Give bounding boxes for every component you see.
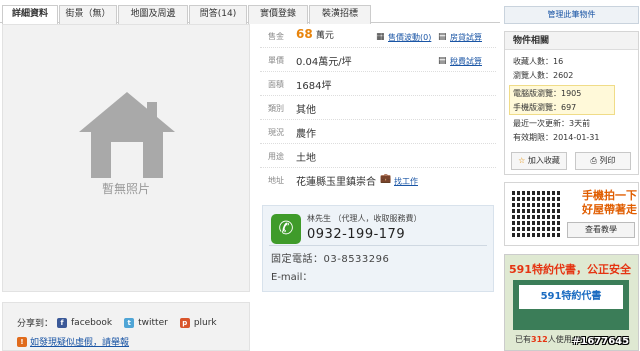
area-label: 面積 — [268, 80, 284, 89]
views-count: 瀏覽人數：2602 — [513, 71, 574, 80]
type-label: 類別 — [268, 104, 284, 113]
share-twitter[interactable]: twitter — [138, 318, 168, 328]
calculator-icon: ▤ — [438, 56, 447, 66]
tab-bar: 詳細資料 街景（無） 地圖及周邊 問答(14) 實價登錄 裝潢招標 — [0, 3, 500, 25]
agent-email: E-mail： — [271, 272, 313, 283]
status-label: 現況 — [268, 128, 284, 137]
printer-icon: ⎙ — [590, 156, 597, 165]
mobile-line1: 手機拍一下 — [582, 189, 637, 202]
tutorial-button[interactable]: 查看教學 — [567, 222, 635, 238]
favorites-count: 收藏人數：16 — [513, 57, 564, 66]
purpose-row: 用途 土地 — [260, 144, 496, 168]
calculator-icon: ▤ — [438, 32, 447, 42]
tab-qa[interactable]: 問答(14) — [189, 5, 247, 24]
stats-panel: 物件相關 收藏人數：16 瀏覽人數：2602 電腦版瀏覽：1905 手機版瀏覽：… — [504, 31, 639, 175]
twitter-icon: t — [124, 317, 135, 328]
star-icon: ☆ — [518, 156, 526, 165]
tab-renovation[interactable]: 裝潢招標 — [309, 5, 371, 24]
mortgage-link[interactable]: 房貸試算 — [450, 32, 482, 43]
photo-placeholder: 暫無照片 — [2, 24, 250, 292]
house-icon — [79, 92, 175, 178]
agent-landline: 固定電話：03-8533296 — [271, 254, 390, 265]
share-plurk[interactable]: plurk — [194, 318, 217, 328]
tab-map[interactable]: 地圖及周邊 — [118, 5, 188, 24]
unit-price-label: 單價 — [268, 56, 284, 65]
tab-real-price[interactable]: 實價登錄 — [248, 5, 308, 24]
print-label: 列印 — [599, 156, 616, 165]
find-job-link[interactable]: 找工作 — [394, 176, 418, 187]
share-label: 分享到： — [17, 319, 54, 329]
phone-icon: ✆ — [271, 214, 301, 244]
add-favorite-label: 加入收藏 — [527, 156, 560, 165]
last-updated: 最近一次更新：3天前 — [513, 119, 591, 128]
briefcase-icon: 💼 — [380, 174, 392, 184]
chart-icon: ▦ — [376, 32, 385, 42]
property-info: 售金 68 萬元 ▦ 售價波動(0) ▤ 房貸試算 單價 0.04萬元/坪 ▤ … — [260, 24, 496, 192]
ad-footer: 已有312人使用， — [515, 334, 580, 345]
ad-foot-num: 312 — [531, 335, 548, 344]
type-value: 其他 — [296, 105, 316, 116]
address-label: 地址 — [268, 176, 284, 185]
purpose-label: 用途 — [268, 152, 284, 161]
plurk-icon: p — [179, 317, 190, 328]
price-value: 68 — [296, 27, 313, 41]
mobile-views: 手機版瀏覽：697 — [513, 103, 577, 112]
address-row: 地址 花蓮縣玉里鎮崇合 💼 找工作 — [260, 168, 496, 192]
add-favorite-button[interactable]: ☆ 加入收藏 — [511, 152, 567, 170]
status-value: 農作 — [296, 129, 316, 140]
purpose-value: 土地 — [296, 153, 316, 164]
price-label: 售金 — [268, 32, 284, 41]
ad-sign: 591特約代書 — [519, 285, 623, 309]
area-value: 1684坪 — [296, 81, 332, 92]
agent-phone: 0932-199-179 — [307, 227, 406, 242]
divider — [269, 245, 487, 246]
no-photo-label: 暫無照片 — [101, 182, 150, 196]
tax-calc-link[interactable]: 稅費試算 — [450, 56, 482, 67]
print-button[interactable]: ⎙ 列印 — [575, 152, 631, 170]
price-history-link[interactable]: 售價波動(0) — [388, 32, 431, 43]
tab-details[interactable]: 詳細資料 — [2, 5, 58, 25]
qr-code — [512, 189, 560, 237]
status-row: 現況 農作 — [260, 120, 496, 144]
area-row: 面積 1684坪 — [260, 72, 496, 96]
watermark: #1677645 — [572, 336, 630, 347]
share-panel: 分享到： f facebook t twitter p plurk ! 如發現疑… — [2, 302, 250, 351]
address-value: 花蓮縣玉里鎮崇合 — [296, 177, 376, 188]
mobile-line2: 好屋帶著走 — [582, 203, 637, 216]
manage-listing-button[interactable]: 管理此筆物件 — [504, 6, 639, 24]
tab-streetview[interactable]: 街景（無） — [59, 5, 117, 24]
price-row: 售金 68 萬元 ▦ 售價波動(0) ▤ 房貸試算 — [260, 24, 496, 48]
mobile-promo: 手機拍一下 好屋帶著走 查看教學 — [504, 182, 639, 246]
type-row: 類別 其他 — [260, 96, 496, 120]
ad-title: 591特約代書，公正安全 — [509, 263, 631, 276]
agent-name: 林先生 （代理人，收取服務費） — [307, 214, 422, 223]
expiry-date: 有效期限：2014-01-31 — [513, 133, 600, 142]
price-unit: 萬元 — [315, 31, 334, 41]
warning-icon: ! — [17, 336, 27, 347]
stats-title: 物件相關 — [505, 32, 638, 50]
pc-views: 電腦版瀏覽：1905 — [513, 89, 582, 98]
facebook-icon: f — [57, 317, 68, 328]
share-facebook[interactable]: facebook — [71, 318, 112, 328]
ad-foot-pre: 已有 — [515, 335, 531, 344]
unit-price-row: 單價 0.04萬元/坪 ▤ 稅費試算 — [260, 48, 496, 72]
unit-price-value: 0.04萬元/坪 — [296, 57, 352, 68]
report-link[interactable]: 如發現疑似虛假，請舉報 — [30, 335, 129, 348]
agent-card: ✆ 林先生 （代理人，收取服務費） 0932-199-179 固定電話：03-8… — [262, 205, 494, 292]
